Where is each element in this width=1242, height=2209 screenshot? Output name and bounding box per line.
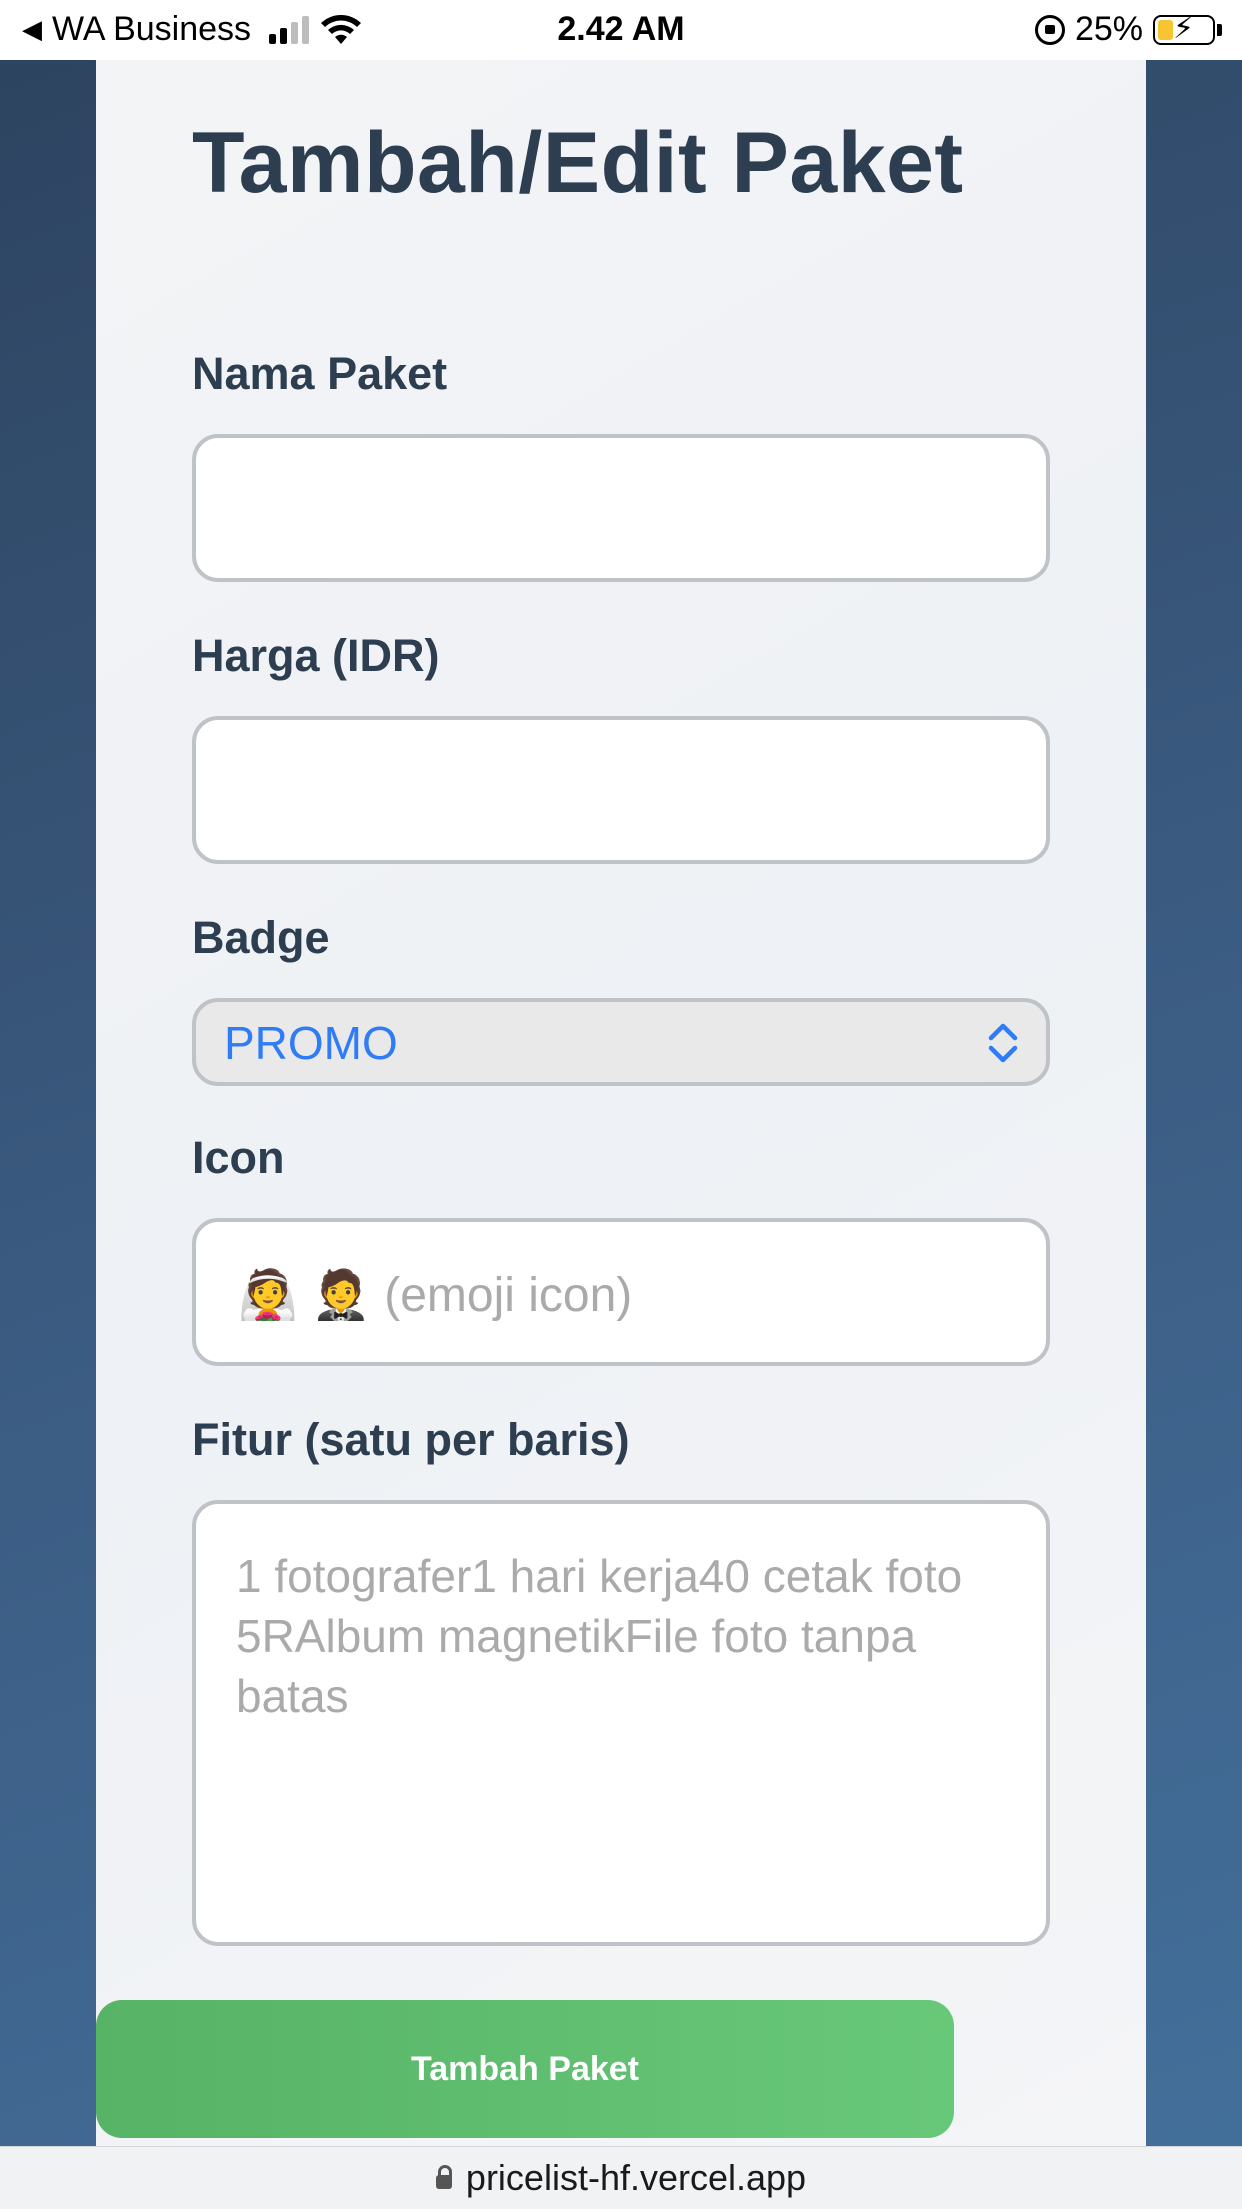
badge-selected-value: PROMO xyxy=(224,1017,398,1069)
status-bar: ◀ WA Business 2.42 AM 25% ⚡ xyxy=(0,0,1242,60)
harga-input[interactable] xyxy=(192,716,1050,864)
fitur-placeholder: 1 fotografer1 hari kerja40 cetak foto 5R… xyxy=(236,1550,963,1722)
form-card: Tambah/Edit Paket Nama Paket Harga (IDR)… xyxy=(96,60,1146,2148)
page-title: Tambah/Edit Paket xyxy=(192,115,964,211)
fitur-textarea[interactable]: 1 fotografer1 hari kerja40 cetak foto 5R… xyxy=(192,1500,1050,1946)
nama-paket-label: Nama Paket xyxy=(192,348,448,399)
select-chevrons-icon xyxy=(988,1023,1018,1063)
harga-label: Harga (IDR) xyxy=(192,630,440,681)
battery-tip xyxy=(1217,23,1222,36)
battery-icon: ⚡ xyxy=(1153,12,1215,45)
nama-paket-input[interactable] xyxy=(192,434,1050,582)
battery-fill xyxy=(1158,19,1173,40)
fitur-label: Fitur (satu per baris) xyxy=(192,1414,630,1465)
url-text: pricelist-hf.vercel.app xyxy=(465,2157,807,2198)
icon-input[interactable]: 👰 🤵 (emoji icon) xyxy=(192,1218,1050,1366)
browser-url-bar[interactable]: pricelist-hf.vercel.app xyxy=(0,2146,1242,2209)
charging-bolt-icon: ⚡ xyxy=(1173,11,1195,45)
icon-label: Icon xyxy=(192,1132,285,1183)
status-right: 25% ⚡ xyxy=(1034,10,1222,49)
badge-label: Badge xyxy=(192,912,330,963)
lock-icon xyxy=(435,2165,452,2189)
badge-select[interactable]: PROMO xyxy=(192,998,1050,1086)
battery-percent: 25% xyxy=(1074,10,1143,48)
icon-input-placeholder: 👰 🤵 (emoji icon) xyxy=(238,1269,633,1322)
orientation-lock-icon xyxy=(1034,14,1065,45)
tambah-paket-button[interactable]: Tambah Paket xyxy=(96,2000,954,2138)
